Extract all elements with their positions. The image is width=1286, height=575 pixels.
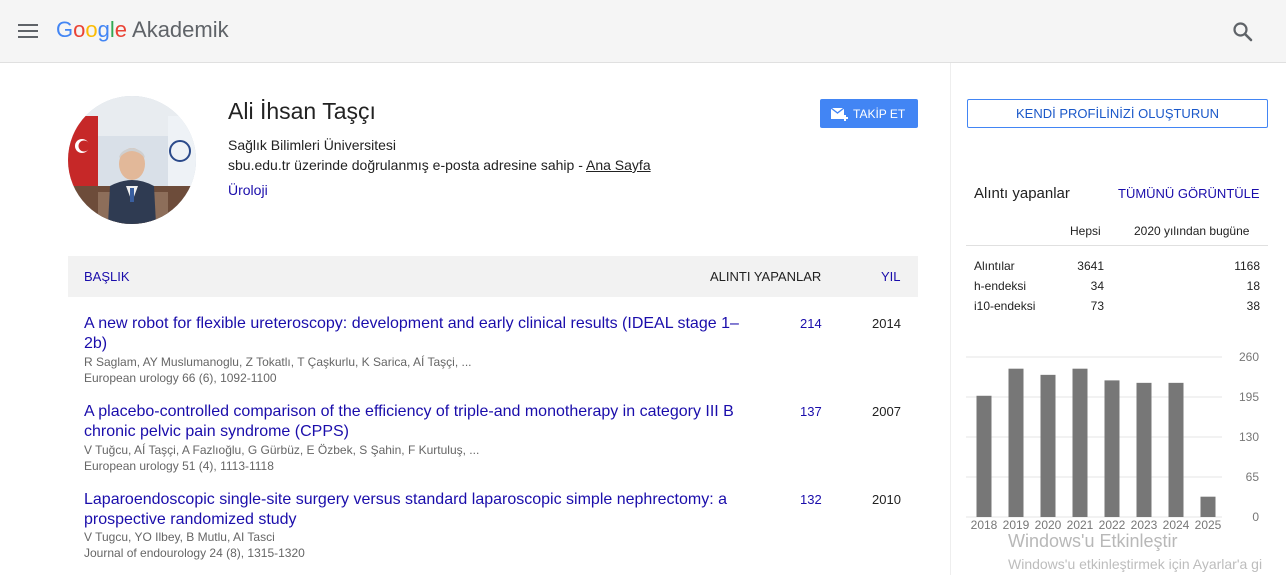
citations-bar-chart: 0 65 130 195 260 2018 2019 2020 2021 2022 2023 2024… [966,346,1266,536]
stats-col-since: 2020 yılından bugüne [1134,224,1250,238]
publication-authors: V Tugcu, YO Ilbey, B Mutlu, AI Tasci [84,530,275,544]
avatar [68,96,196,224]
chart-bar[interactable] [1168,382,1184,517]
sort-by-year[interactable]: YIL [881,269,901,284]
product-name: Akademik [132,17,229,42]
profile-name: Ali İhsan Taşçı [228,98,376,124]
mail-add-icon [830,107,848,121]
x-tick-label: 2018 [971,518,998,532]
chart-bar[interactable] [976,395,992,517]
x-tick-label: 2024 [1163,518,1190,532]
publication-venue: European urology 51 (4), 1113-1118 [84,459,274,473]
publication-authors: V Tuğcu, AÍ Taşçi, A Fazlıoğlu, G Gürbüz… [84,443,480,457]
cited-by-heading: Alıntı yapanlar [974,185,1070,202]
publication-year: 2014 [872,316,901,331]
x-tick-label: 2023 [1131,518,1158,532]
chart-bar[interactable] [1040,374,1056,517]
y-tick-label: 195 [1239,390,1259,404]
profile-email-verification: sbu.edu.tr üzerinde doğrulanmış e-posta … [228,157,651,173]
column-divider [950,63,951,575]
chart-bar[interactable] [1136,382,1152,517]
chart-bar[interactable] [1200,496,1216,517]
publication-year: 2007 [872,404,901,419]
y-tick-label: 65 [1246,470,1260,484]
stats-divider [966,245,1268,246]
hamburger-menu-icon[interactable] [18,24,38,38]
publications-table-header: BAŞLIK ALINTI YAPANLAR YIL [68,256,918,297]
cited-by-count[interactable]: 132 [800,492,822,507]
y-tick-label: 130 [1239,430,1259,444]
publication-venue: Journal of endourology 24 (8), 1315-1320 [84,546,305,560]
y-tick-label: 0 [1252,510,1259,524]
view-all-link[interactable]: TÜMÜNÜ GÖRÜNTÜLE [1118,186,1260,201]
publication-authors: R Saglam, AY Muslumanoglu, Z Tokatlı, T … [84,355,472,369]
homepage-link[interactable]: Ana Sayfa [586,157,651,173]
profile-affiliation: Sağlık Bilimleri Üniversitesi [228,137,397,153]
cited-by-count[interactable]: 137 [800,404,822,419]
research-interest-link[interactable]: Üroloji [228,182,268,198]
windows-activation-watermark-sub: Windows'u etkinleştirmek için Ayarlar'a … [1008,556,1263,572]
windows-activation-watermark: Windows'u Etkinleştir [1008,531,1178,551]
top-bar: Google Akademik [0,0,1286,63]
x-tick-label: 2019 [1003,518,1030,532]
publication-title[interactable]: Laparoendoscopic single-site surgery ver… [84,490,744,530]
chart-bar[interactable] [1072,368,1088,517]
x-tick-label: 2025 [1195,518,1222,532]
follow-button[interactable]: TAKİP ET [820,99,918,128]
chart-bar[interactable] [1104,380,1120,517]
publication-year: 2010 [872,492,901,507]
publication-title[interactable]: A placebo-controlled comparison of the e… [84,402,744,442]
chart-bar[interactable] [1008,368,1024,517]
search-icon[interactable] [1232,21,1254,43]
publication-title[interactable]: A new robot for flexible ureteroscopy: d… [84,314,744,354]
x-tick-label: 2022 [1099,518,1126,532]
sort-by-title[interactable]: BAŞLIK [84,269,130,284]
google-scholar-logo[interactable]: Google Akademik [56,17,229,43]
x-tick-label: 2021 [1067,518,1094,532]
cited-by-count[interactable]: 214 [800,316,822,331]
create-profile-button[interactable]: KENDİ PROFİLİNİZİ OLUŞTURUN [967,99,1268,128]
column-cited-by: ALINTI YAPANLAR [710,269,822,284]
y-tick-label: 260 [1239,350,1259,364]
stats-col-all: Hepsi [1070,224,1101,238]
x-tick-label: 2020 [1035,518,1062,532]
publication-venue: European urology 66 (6), 1092-1100 [84,371,277,385]
